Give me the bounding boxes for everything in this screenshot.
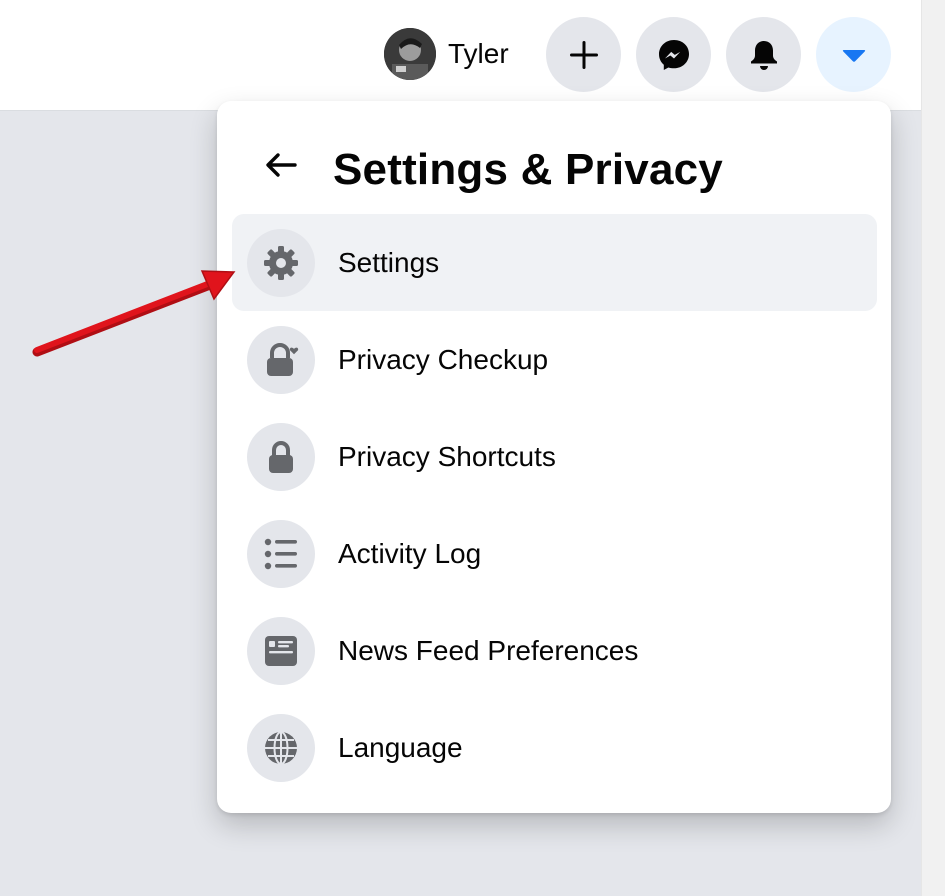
menu-item-privacy-checkup[interactable]: Privacy Checkup <box>232 311 877 408</box>
globe-icon <box>247 713 315 782</box>
dropdown-header: Settings & Privacy <box>217 139 891 199</box>
menu-item-label: Privacy Checkup <box>338 343 549 375</box>
gear-icon <box>247 228 315 297</box>
bell-icon <box>750 40 777 70</box>
plus-icon <box>569 40 598 69</box>
arrow-left-icon <box>266 153 297 177</box>
menu-item-privacy-shortcuts[interactable]: Privacy Shortcuts <box>232 408 877 505</box>
menu-item-news-feed-preferences[interactable]: News Feed Preferences <box>232 602 877 699</box>
menu-item-activity-log[interactable]: Activity Log <box>232 505 877 602</box>
menu-item-label: Settings <box>338 246 440 278</box>
messenger-icon <box>658 39 689 70</box>
menu-item-settings[interactable]: Settings <box>232 214 877 311</box>
profile-shortcut[interactable]: Tyler <box>384 28 509 80</box>
avatar <box>384 28 436 80</box>
messenger-button[interactable] <box>636 17 711 92</box>
settings-menu: Settings Privacy Checkup Privacy Shortcu… <box>232 214 877 796</box>
list-icon <box>247 519 315 588</box>
menu-item-label: Language <box>338 731 463 763</box>
menu-item-label: News Feed Preferences <box>338 634 639 666</box>
lock-icon <box>247 422 315 491</box>
create-button[interactable] <box>546 17 621 92</box>
caret-down-icon <box>842 49 865 62</box>
settings-privacy-dropdown: Settings & Privacy Settings Privacy Chec… <box>217 101 891 813</box>
dropdown-title: Settings & Privacy <box>333 145 723 194</box>
notifications-button[interactable] <box>726 17 801 92</box>
top-navigation-bar: Tyler <box>0 0 921 111</box>
feed-card-icon <box>247 616 315 685</box>
menu-item-label: Activity Log <box>338 537 482 569</box>
menu-item-language[interactable]: Language <box>232 699 877 796</box>
lock-heart-icon <box>247 325 315 394</box>
menu-item-label: Privacy Shortcuts <box>338 440 556 472</box>
account-menu-button[interactable] <box>816 17 891 92</box>
back-button[interactable] <box>255 139 307 191</box>
scrollbar[interactable] <box>921 0 945 896</box>
profile-name: Tyler <box>448 38 509 69</box>
